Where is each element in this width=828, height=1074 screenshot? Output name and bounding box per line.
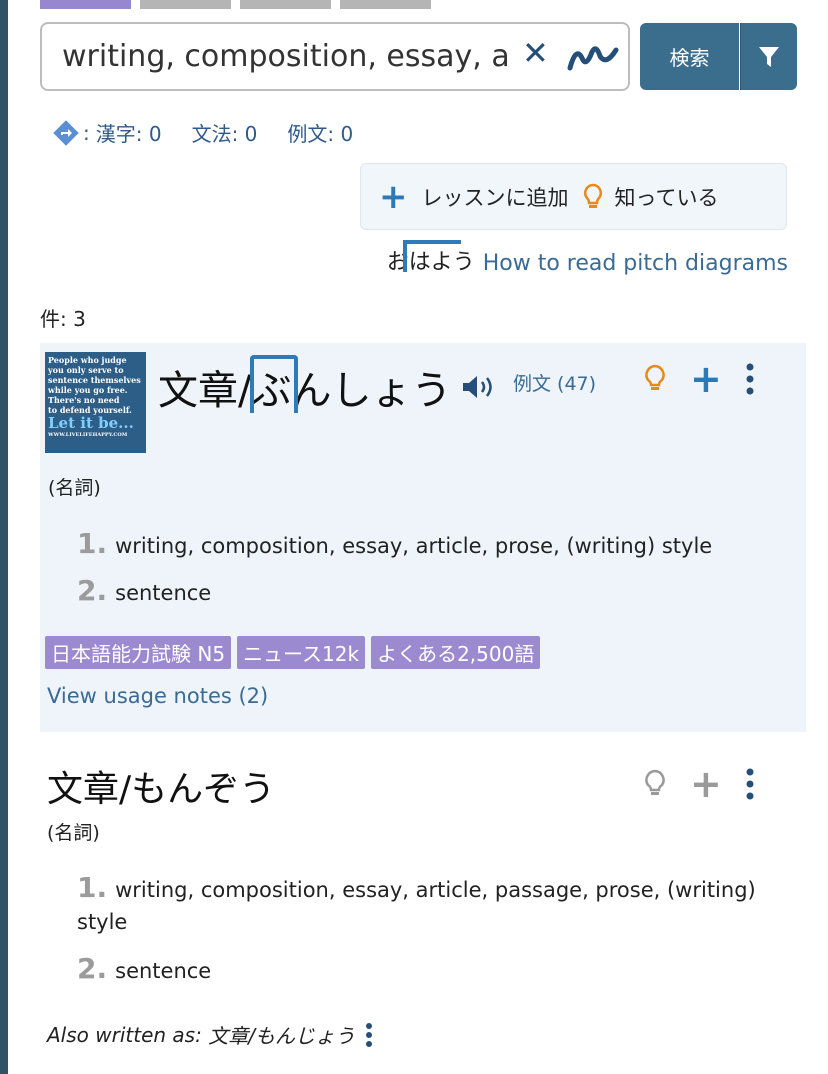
speaker-icon[interactable] (461, 373, 499, 401)
result-count: 件: 3 (40, 307, 86, 331)
pitch-diagram-link[interactable]: How to read pitch diagrams (483, 251, 788, 276)
thumb-line: sentence themselves (48, 375, 141, 385)
entry-word: 文章/もんぞう (47, 769, 276, 810)
top-tabs (40, 0, 431, 9)
sense-number: 1. (77, 871, 108, 904)
sense-number: 2. (77, 952, 108, 985)
thumb-line: WWW.LIVELIFEHAPPY.COM (48, 432, 128, 438)
entry-tags: 日本語能力試験 N5 ニュース12k よくある2,500語 (45, 636, 541, 669)
lesson-actions: + レッスンに追加 知っている (360, 163, 787, 230)
filter-button[interactable] (740, 23, 797, 90)
entry-word: 文章/ぶんしょう (158, 368, 452, 414)
entry-actions: + (644, 765, 754, 803)
entry-card: People who judge you only serve to sente… (40, 343, 806, 732)
tag-news[interactable]: ニュース12k (237, 636, 366, 669)
add-icon[interactable]: + (690, 360, 722, 398)
sense-item: 2. sentence (77, 574, 211, 607)
also-written-value: 文章/もんじょう (208, 1024, 355, 1048)
search-input[interactable] (62, 24, 507, 89)
sense-number: 2. (77, 574, 108, 607)
kanji-count[interactable]: 漢字: 0 (96, 118, 162, 147)
sense-text: sentence (115, 581, 212, 605)
thumb-line: Let it be... (48, 414, 134, 432)
also-written-colon: : (195, 1022, 209, 1047)
add-icon[interactable]: + (690, 765, 722, 803)
handwriting-icon[interactable] (562, 32, 622, 80)
sense-text: sentence (115, 959, 212, 983)
sense-text: writing, composition, essay, article, pr… (115, 534, 713, 558)
more-options-icon[interactable] (365, 1022, 373, 1048)
tag-jlpt[interactable]: 日本語能力試験 N5 (45, 636, 232, 669)
entry-thumbnail[interactable]: People who judge you only serve to sente… (45, 352, 146, 453)
thumb-line: People who judge (48, 355, 127, 365)
lightbulb-icon[interactable] (644, 769, 666, 799)
thumb-line: while you go free. (48, 385, 128, 395)
tab-indicator-2[interactable] (140, 0, 231, 9)
tab-indicator-3[interactable] (240, 0, 331, 9)
more-options-icon[interactable] (746, 768, 754, 800)
plus-icon[interactable]: + (379, 180, 408, 214)
add-to-lesson-button[interactable]: レッスンに追加 (422, 182, 569, 212)
lightbulb-icon[interactable] (644, 364, 666, 394)
sense-item: 1. writing, composition, essay, article, … (77, 527, 712, 560)
also-written-label: Also written as (47, 1022, 196, 1047)
entry-actions: + (644, 360, 754, 398)
thumb-line: you only serve to (48, 365, 124, 375)
pitch-sample-line-icon (402, 240, 461, 272)
tab-indicator-1[interactable] (40, 0, 131, 9)
left-edge-bar (0, 0, 8, 1074)
result-counts: : 漢字: 0 文法: 0 例文: 0 (53, 118, 383, 147)
part-of-speech: (名詞) (47, 822, 100, 844)
tag-common[interactable]: よくある2,500語 (371, 636, 541, 669)
examples-link[interactable]: 例文 (47) (513, 369, 596, 396)
search-box: ✕ (40, 22, 630, 91)
tab-indicator-4[interactable] (340, 0, 431, 9)
usage-notes-link[interactable]: View usage notes (2) (47, 684, 268, 708)
sense-item: 2. sentence (77, 952, 211, 985)
counts-colon: : (83, 120, 90, 145)
direction-diamond-icon (53, 119, 79, 146)
sense-text: writing, composition, essay, article, pa… (77, 878, 756, 934)
sense-item: 1. writing, composition, essay, article, … (77, 872, 767, 938)
sense-number: 1. (77, 527, 108, 560)
pitch-help: おはよう How to read pitch diagrams (387, 240, 788, 276)
grammar-count[interactable]: 文法: 0 (192, 118, 258, 147)
filter-icon (759, 46, 779, 67)
part-of-speech: (名詞) (48, 477, 101, 499)
search-button[interactable]: 検索 (640, 23, 739, 90)
thumb-line: There's no need (48, 395, 120, 405)
sentences-count[interactable]: 例文: 0 (287, 118, 353, 147)
pitch-sample: おはよう (387, 240, 475, 276)
clear-icon[interactable]: ✕ (522, 34, 549, 72)
lightbulb-icon[interactable] (583, 183, 603, 211)
known-button[interactable]: 知っている (615, 182, 719, 212)
pitch-accent-marker (250, 355, 298, 413)
also-written-as: Also written as: 文章/もんじょう (47, 1020, 373, 1049)
more-options-icon[interactable] (746, 363, 754, 395)
